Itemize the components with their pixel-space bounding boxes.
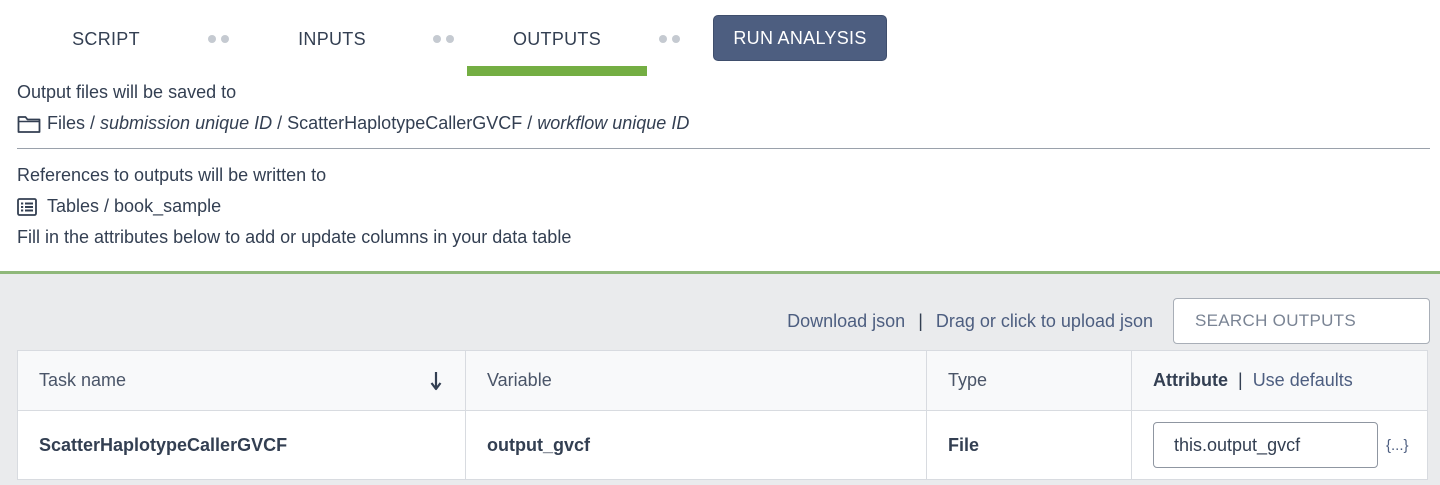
attribute-header: Attribute | Use defaults: [1132, 351, 1427, 410]
workflow-tab-bar: SCRIPT INPUTS OUTPUTS RUN ANALYSIS: [0, 0, 1440, 78]
outputs-panel: Download json | Drag or click to upload …: [0, 271, 1440, 485]
table-path: Tables / book_sample: [17, 196, 221, 217]
table-row: ScatterHaplotypeCallerGVCF output_gvcf F…: [18, 411, 1427, 479]
variable-header[interactable]: Variable: [466, 351, 927, 410]
actions-separator: |: [918, 311, 923, 331]
attribute-header-separator: |: [1238, 370, 1243, 390]
tab-outputs-label: OUTPUTS: [512, 28, 602, 49]
files-path: Files / submission unique ID / ScatterHa…: [17, 113, 689, 134]
task-name-header-label: Task name: [39, 370, 127, 390]
attribute-header-label: Attribute: [1153, 370, 1228, 390]
references-intro-text: References to outputs will be written to: [17, 165, 327, 185]
upload-json-link[interactable]: Drag or click to upload json: [936, 311, 1153, 331]
tab-separator-dots: [433, 35, 457, 43]
type-cell: File: [927, 411, 1132, 479]
type-header[interactable]: Type: [927, 351, 1132, 410]
task-name-header[interactable]: Task name: [18, 351, 466, 410]
sort-down-arrow-icon[interactable]: [429, 371, 443, 391]
table-path-link[interactable]: Tables / book_sample: [47, 196, 221, 217]
section-divider: [17, 148, 1430, 149]
active-tab-indicator: [467, 66, 647, 76]
path-separator: /: [85, 113, 101, 133]
files-root-link[interactable]: Files: [47, 113, 85, 134]
tab-outputs[interactable]: OUTPUTS: [467, 0, 647, 78]
json-expression-button[interactable]: {...}: [1386, 437, 1409, 454]
folder-icon: [17, 114, 41, 134]
use-defaults-link[interactable]: Use defaults: [1253, 370, 1353, 391]
tab-separator-dots: [659, 35, 683, 43]
tab-separator-dots: [208, 35, 232, 43]
outputs-table: Task name Variable Type Attribute | Use …: [17, 350, 1428, 480]
task-name-cell: ScatterHaplotypeCallerGVCF: [18, 411, 466, 479]
submission-id-placeholder: submission unique ID: [100, 113, 273, 133]
tab-inputs[interactable]: INPUTS: [266, 0, 398, 78]
files-intro-text: Output files will be saved to: [17, 82, 237, 102]
table-list-icon: [17, 197, 41, 217]
workflow-id-placeholder: workflow unique ID: [537, 113, 690, 133]
table-header-row: Task name Variable Type Attribute | Use …: [18, 351, 1427, 411]
attribute-input[interactable]: [1153, 422, 1378, 468]
tab-script[interactable]: SCRIPT: [40, 0, 172, 78]
variable-cell: output_gvcf: [466, 411, 927, 479]
workflow-name: ScatterHaplotypeCallerGVCF: [287, 113, 523, 133]
run-analysis-button[interactable]: RUN ANALYSIS: [713, 15, 887, 61]
fill-attributes-hint: Fill in the attributes below to add or u…: [17, 227, 572, 247]
json-actions: Download json | Drag or click to upload …: [787, 311, 1153, 332]
path-separator: /: [522, 113, 538, 133]
download-json-link[interactable]: Download json: [787, 311, 905, 331]
search-outputs-input[interactable]: [1173, 298, 1430, 344]
attribute-cell: {...}: [1132, 411, 1427, 479]
path-separator: /: [272, 113, 288, 133]
